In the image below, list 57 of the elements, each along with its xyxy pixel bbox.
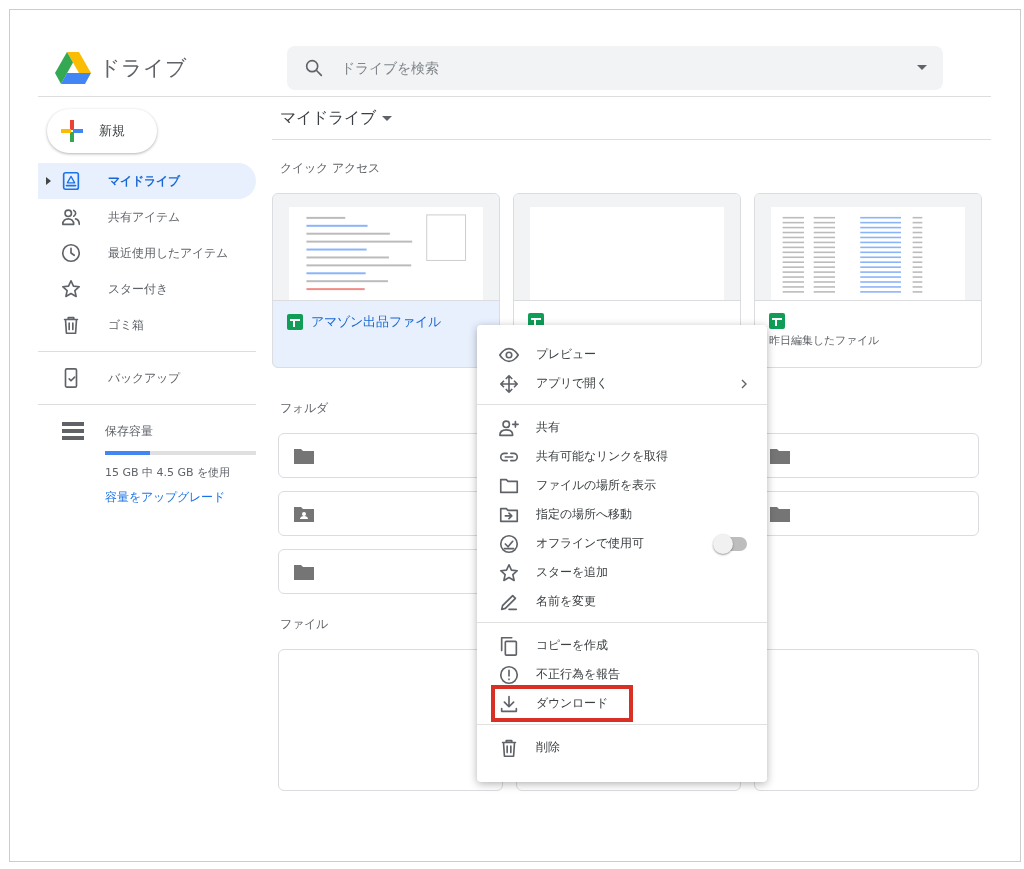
folder-icon xyxy=(294,563,314,580)
toggle-switch[interactable] xyxy=(715,536,747,551)
dropdown-caret-icon[interactable] xyxy=(382,115,392,121)
menu-item[interactable]: 共有可能なリンクを取得 xyxy=(477,442,767,471)
spreadsheet-icon xyxy=(769,313,785,329)
copy-icon xyxy=(498,634,520,657)
sidebar-item[interactable]: ゴミ箱 xyxy=(38,307,256,343)
dropdown-caret-icon[interactable] xyxy=(917,65,927,70)
sidebar-item[interactable]: 最近使用したアイテム xyxy=(38,235,256,271)
clock-icon xyxy=(60,242,82,264)
search-field[interactable]: ドライブを検索 xyxy=(339,58,903,77)
search-bar[interactable]: ドライブを検索 xyxy=(287,45,943,90)
folder-icon xyxy=(294,447,314,464)
menu-item[interactable]: スターを追加 xyxy=(477,558,767,587)
file-name: アマゾン出品ファイル xyxy=(311,313,441,331)
menu-item[interactable]: ダウンロード xyxy=(495,689,629,718)
file-card[interactable]: アマゾン出品ファイル xyxy=(272,193,500,368)
sidebar-item[interactable]: バックアップ xyxy=(38,360,256,396)
menu-item[interactable]: 削除 xyxy=(477,733,767,762)
folder-icon xyxy=(770,447,790,464)
offline-check-icon xyxy=(498,532,520,555)
menu-item[interactable]: ファイルの場所を表示 xyxy=(477,471,767,500)
spreadsheet-icon xyxy=(287,314,303,330)
file-card[interactable]: 昨日編集したファイル xyxy=(754,193,982,368)
people-icon xyxy=(60,206,82,228)
sidebar-item[interactable]: スター付き xyxy=(38,271,256,307)
drive-icon xyxy=(60,170,82,192)
storage-label: 保存容量 xyxy=(105,422,153,440)
alert-icon xyxy=(498,663,520,686)
folder-icon xyxy=(770,505,790,522)
page-title[interactable]: マイドライブ xyxy=(280,107,376,129)
section-heading: フォルダ xyxy=(280,400,328,417)
app-name: ドライブ xyxy=(99,54,187,82)
section-heading: クイック アクセス xyxy=(280,160,380,177)
sidebar-item[interactable]: 共有アイテム xyxy=(38,199,256,235)
new-button[interactable]: 新規 xyxy=(47,109,157,153)
menu-item[interactable]: 名前を変更 xyxy=(477,587,767,616)
section-heading: ファイル xyxy=(280,616,328,633)
menu-item[interactable]: 共有 xyxy=(477,413,767,442)
storage-usage: 15 GB 中 4.5 GB を使用 xyxy=(105,465,232,480)
menu-item[interactable]: アプリで開く xyxy=(477,369,767,398)
drive-logo-icon xyxy=(55,51,91,84)
sidebar-item[interactable]: マイドライブ xyxy=(38,163,256,199)
file-subtitle: 昨日編集したファイル xyxy=(768,333,880,348)
plus-icon xyxy=(61,120,83,142)
expand-caret-icon[interactable] xyxy=(46,177,51,185)
menu-item[interactable]: オフラインで使用可 xyxy=(477,529,767,558)
menu-item[interactable]: 指定の場所へ移動 xyxy=(477,500,767,529)
move-arrows-icon xyxy=(498,372,520,395)
chevron-right-icon xyxy=(741,378,747,389)
star-icon xyxy=(498,561,520,584)
shared-folder-icon xyxy=(294,505,314,522)
star-icon xyxy=(60,278,82,300)
menu-item[interactable]: コピーを作成 xyxy=(477,631,767,660)
upgrade-link[interactable]: 容量をアップグレード xyxy=(105,489,225,506)
storage-icon xyxy=(62,422,84,440)
menu-item[interactable]: 不正行為を報告 xyxy=(477,660,767,689)
